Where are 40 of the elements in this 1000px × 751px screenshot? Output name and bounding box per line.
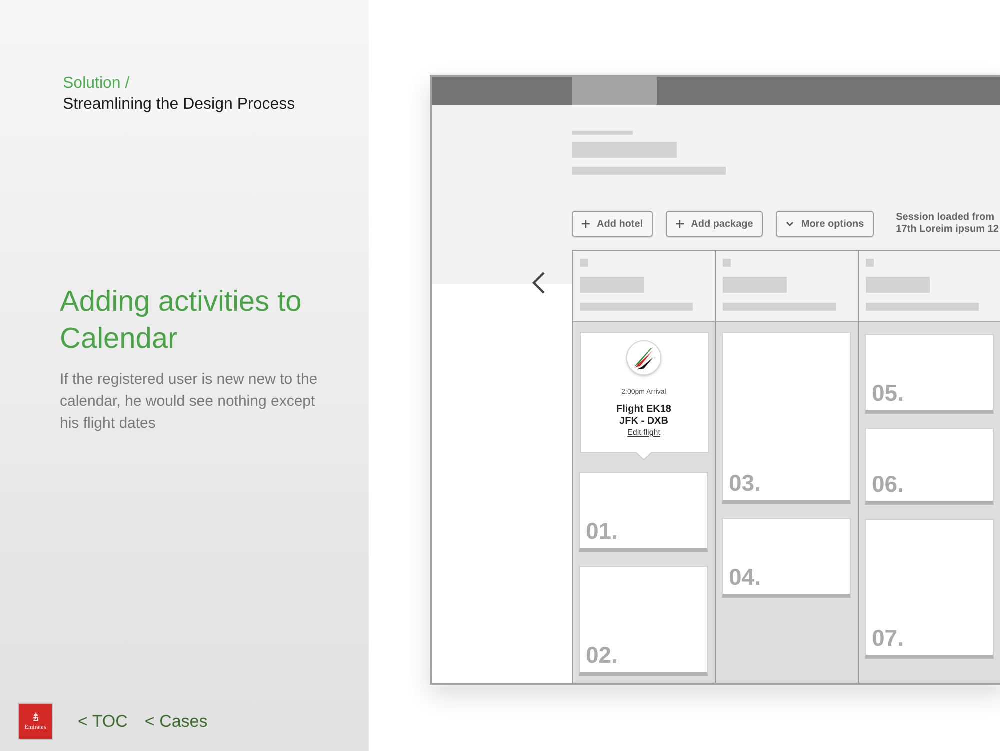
edit-flight-link[interactable]: Edit flight	[628, 428, 660, 438]
slot-number: 06.	[872, 471, 904, 497]
activity-slot[interactable]: 03.	[722, 332, 851, 504]
placeholder-bar	[580, 277, 644, 293]
activity-slot[interactable]: 01.	[579, 472, 708, 552]
activity-slot[interactable]: 05.	[865, 334, 994, 414]
placeholder-square	[580, 259, 588, 267]
slot-number: 04.	[729, 564, 761, 590]
chevron-down-icon	[786, 220, 794, 228]
slot-number: 07.	[872, 625, 904, 651]
slot-number: 05.	[872, 380, 904, 406]
slide-description: If the registered user is new new to the calendar, he would see nothing except his flight dates	[60, 370, 319, 434]
flight-route: JFK - DXB	[620, 416, 668, 428]
placeholder-bar	[866, 277, 930, 293]
placeholder-bar	[572, 131, 633, 135]
slot-number: 02.	[586, 642, 618, 668]
crest-icon	[30, 712, 40, 722]
placeholder-square	[723, 259, 731, 267]
flight-number: Flight EK18	[616, 404, 672, 416]
tail-fin-icon	[626, 340, 662, 376]
activity-slot[interactable]: 02.	[579, 566, 708, 676]
plus-icon	[676, 220, 684, 228]
session-note: Session loaded from 17th Loreim ipsum 12	[896, 212, 999, 236]
slide-heading: Adding activities to Calendar	[60, 285, 303, 357]
slot-number: 01.	[586, 518, 618, 544]
nav-link[interactable]: < Cases	[144, 712, 208, 732]
activity-slot[interactable]: 06.	[865, 428, 994, 505]
toolbar-button[interactable]: More options	[776, 211, 874, 237]
toolbar-button[interactable]: Add package	[666, 211, 764, 237]
slot-number: 03.	[729, 470, 761, 496]
breadcrumb-section: Solution /	[63, 74, 369, 94]
activity-slot[interactable]: 04.	[722, 518, 851, 598]
toolbar-button[interactable]: Add hotel	[572, 211, 654, 237]
activity-slot[interactable]: 07.	[865, 519, 994, 659]
plus-icon	[582, 220, 590, 228]
nav-link[interactable]: < TOC	[78, 712, 128, 732]
placeholder-bar	[723, 277, 787, 293]
chevron-left-icon[interactable]	[531, 271, 547, 295]
placeholder-square	[866, 259, 874, 267]
breadcrumb-title: Streamlining the Design Process	[63, 95, 296, 115]
